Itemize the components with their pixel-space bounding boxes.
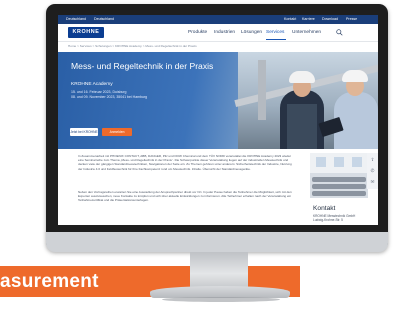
nav-unternehmen[interactable]: Unternehmen	[292, 28, 321, 37]
contact-title: Kontakt	[313, 205, 336, 212]
monitor-stand-neck	[190, 252, 248, 288]
stand-shadow	[162, 297, 280, 302]
nav-active-indicator	[266, 39, 286, 40]
nav-industrien[interactable]: Industrien	[214, 28, 235, 37]
nav-loesungen[interactable]: Lösungen	[241, 28, 262, 37]
chat-icon[interactable]: ✉	[370, 179, 375, 184]
phone-icon[interactable]: ✆	[370, 168, 375, 173]
body-paragraph: Neben den Vortragsreihen erwarten Sie ei…	[78, 190, 292, 203]
topbar-link-presse[interactable]: Presse	[346, 15, 357, 24]
hero-pipe-vertical	[258, 60, 266, 120]
share-icon[interactable]: ⇪	[370, 157, 375, 162]
side-action-bar: ⇪ ✆ ✉	[367, 153, 378, 189]
country-selector[interactable]: Deutschland	[66, 15, 86, 24]
language-selector[interactable]: Deutschland	[94, 15, 114, 24]
monitor-chin	[46, 232, 388, 252]
hero-date-2: 08. und 09. November 2023, 35041 bei Ham…	[71, 95, 148, 99]
breadcrumb[interactable]: Home > Services > Schulungen > KROHNE Ac…	[68, 43, 197, 50]
anmelden-button[interactable]: Anmelden	[102, 128, 132, 136]
banner-text: asurement	[0, 271, 99, 292]
monitor-screen: Deutschland Deutschland Kontakt Karriere…	[58, 15, 378, 225]
contact-address: Ludwig-Krohne-Str. 5	[313, 218, 343, 222]
topbar-link-kontakt[interactable]: Kontakt	[284, 15, 296, 24]
krohne-logo[interactable]: KROHNE	[68, 27, 104, 38]
intro-paragraph: In Zusammenarbeit mit PHOENIX CONTACT, A…	[78, 154, 292, 171]
engineer-left-vest	[287, 104, 317, 149]
topbar-link-karriere[interactable]: Karriere	[302, 15, 315, 24]
utility-bar: Deutschland Deutschland Kontakt Karriere…	[58, 15, 378, 24]
seminar-photo	[310, 153, 368, 198]
hero-subtitle: KROHNE Academy	[71, 82, 113, 87]
hero-title: Mess- und Regeltechnik in der Praxis	[71, 61, 214, 71]
jetzt-button[interactable]: Jetzt bei KROHNE	[70, 128, 98, 136]
scene: asurement Deutschland Deutschland Kontak…	[0, 0, 393, 323]
nav-services[interactable]: Services	[266, 28, 284, 37]
search-icon[interactable]	[336, 29, 343, 36]
nav-produkte[interactable]: Produkte	[188, 28, 207, 37]
hard-hat-icon	[289, 71, 315, 83]
topbar-link-download[interactable]: Download	[322, 15, 338, 24]
hard-hat-icon	[342, 70, 368, 82]
